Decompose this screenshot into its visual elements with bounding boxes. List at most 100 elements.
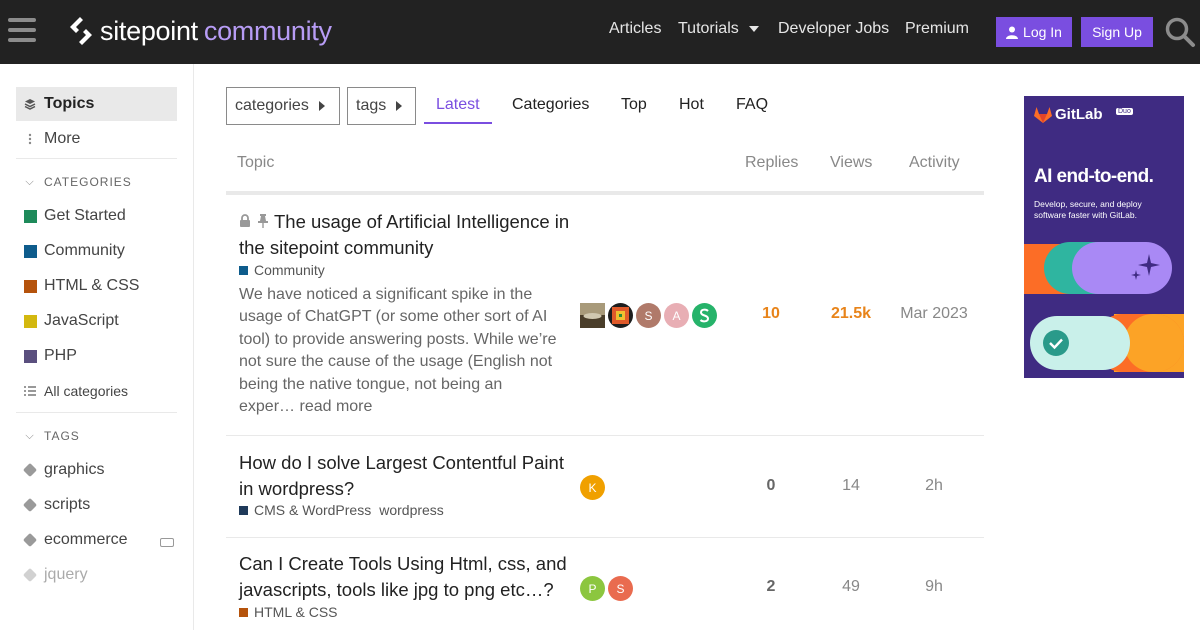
sidebar-item-label: PHP — [44, 347, 77, 364]
topic-tag[interactable]: wordpress — [379, 502, 444, 518]
sidebar-all-categories[interactable]: All categories — [16, 374, 177, 408]
tags-section-toggle[interactable]: ⌵ TAGS — [16, 426, 80, 446]
column-header-activity[interactable]: Activity — [909, 154, 960, 172]
topic-title-link[interactable]: Can I Create Tools Using Html, css, and … — [239, 551, 579, 603]
topic-activity[interactable]: Mar 2023 — [894, 305, 974, 323]
caret-right-icon — [318, 101, 325, 111]
topic-category-badge[interactable]: HTML & CSS — [239, 604, 338, 620]
topic-category-badge[interactable]: Community — [239, 262, 325, 278]
tags-dropdown[interactable]: tags — [347, 87, 416, 125]
sidebar-category-html-css[interactable]: HTML & CSS — [16, 269, 177, 303]
list-icon — [16, 386, 44, 396]
layers-icon — [16, 98, 44, 110]
ad-subtext-line: Develop, secure, and deploy — [1034, 199, 1142, 209]
sidebar-category-get-started[interactable]: Get Started — [16, 199, 177, 233]
avatar[interactable] — [580, 303, 605, 328]
read-more-link[interactable]: read more — [299, 398, 372, 415]
topic-replies[interactable]: 10 — [740, 305, 802, 323]
topic-title-line: Can I Create Tools Using Html, css, and — [239, 553, 567, 574]
search-icon[interactable] — [1164, 16, 1196, 48]
nav-premium[interactable]: Premium — [905, 20, 969, 38]
sidebar-item-label: More — [44, 130, 81, 147]
avatar[interactable] — [692, 303, 717, 328]
logo-text-community: community — [203, 15, 332, 46]
sidebar-item-more[interactable]: More — [16, 122, 177, 156]
sidebar-tag-jquery[interactable]: jquery — [16, 558, 177, 592]
topic-title-line: in wordpress? — [239, 478, 355, 499]
topic-activity[interactable]: 2h — [894, 477, 974, 495]
table-header-divider — [226, 191, 984, 195]
avatar[interactable]: K — [580, 475, 605, 500]
categories-dropdown[interactable]: categories — [226, 87, 340, 125]
row-divider — [226, 537, 984, 538]
topic-views: 14 — [842, 477, 860, 494]
category-color-swatch — [23, 279, 37, 293]
topic-posters: K — [580, 475, 608, 500]
chevron-down-icon: ⌵ — [25, 175, 35, 188]
ad-brand: GitLab — [1055, 106, 1103, 123]
topic-activity[interactable]: 9h — [894, 578, 974, 596]
login-button-label: Log In — [1023, 24, 1062, 40]
category-color-swatch — [23, 209, 37, 223]
ad-subtext-line: software faster with GitLab. — [1034, 210, 1137, 220]
category-color-swatch — [23, 314, 37, 328]
nav-developer-jobs[interactable]: Developer Jobs — [778, 20, 889, 38]
topic-category-label: Community — [254, 262, 325, 278]
active-tab-indicator — [424, 122, 492, 124]
avatar[interactable]: S — [636, 303, 661, 328]
hamburger-menu-icon[interactable] — [8, 18, 36, 44]
avatar[interactable] — [608, 303, 633, 328]
ad-badge: Duo — [1116, 108, 1133, 115]
avatar[interactable]: S — [608, 576, 633, 601]
categories-section-toggle[interactable]: ⌵ CATEGORIES — [16, 172, 132, 192]
topic-category-badge[interactable]: CMS & WordPress wordpress — [239, 502, 444, 518]
topic-category-label: HTML & CSS — [254, 604, 338, 620]
sidebar-category-php[interactable]: PHP — [16, 339, 177, 373]
topic-replies[interactable]: 0 — [740, 477, 802, 495]
sidebar-item-label: Topics — [44, 95, 95, 112]
column-header-topic[interactable]: Topic — [237, 154, 274, 172]
keyboard-icon[interactable] — [160, 538, 174, 547]
tab-top[interactable]: Top — [621, 96, 647, 114]
avatar[interactable]: P — [580, 576, 605, 601]
sidebar-tag-graphics[interactable]: graphics — [16, 453, 177, 487]
sidebar-tag-scripts[interactable]: scripts — [16, 488, 177, 522]
column-header-replies[interactable]: Replies — [745, 154, 798, 172]
category-color-swatch — [239, 505, 248, 515]
topic-replies[interactable]: 2 — [740, 578, 802, 596]
tab-categories[interactable]: Categories — [512, 96, 589, 114]
avatar[interactable]: A — [664, 303, 689, 328]
signup-button[interactable]: Sign Up — [1081, 17, 1153, 47]
login-button[interactable]: Log In — [996, 17, 1072, 47]
sidebar-item-label: Community — [44, 242, 125, 259]
topic-posters: P S — [580, 576, 636, 601]
sidebar-category-community[interactable]: Community — [16, 234, 177, 268]
nav-articles[interactable]: Articles — [609, 20, 661, 38]
topic-title-link[interactable]: The usage of Artificial Intelligence in … — [239, 209, 579, 261]
sidebar-item-label: Get Started — [44, 207, 126, 224]
vertical-ellipsis-icon — [16, 133, 44, 145]
nav-tutorials-label: Tutorials — [678, 20, 739, 37]
row-divider — [226, 435, 984, 436]
category-color-swatch — [239, 265, 248, 275]
tab-hot[interactable]: Hot — [679, 96, 704, 114]
sidebar-divider — [16, 412, 177, 413]
sitepoint-logo-icon — [70, 17, 92, 45]
column-header-views[interactable]: Views — [830, 154, 872, 172]
tag-icon — [22, 462, 38, 478]
category-color-swatch — [239, 607, 248, 617]
topic-title-line: The usage of Artificial Intelligence in — [274, 211, 570, 232]
tab-faq[interactable]: FAQ — [736, 96, 768, 114]
signup-button-label: Sign Up — [1092, 24, 1142, 40]
logo-text-sitepoint: sitepoint — [100, 15, 198, 46]
sitepoint-logo[interactable]: sitepoint community — [67, 14, 332, 48]
sidebar-category-javascript[interactable]: JavaScript — [16, 304, 177, 338]
nav-tutorials[interactable]: Tutorials — [678, 20, 759, 38]
tab-latest[interactable]: Latest — [436, 96, 480, 114]
gitlab-advertisement[interactable]: GitLab Duo AI end-to-end. Develop, secur… — [1024, 96, 1184, 378]
sidebar-tag-ecommerce[interactable]: ecommerce — [16, 523, 177, 557]
sidebar-item-label: ecommerce — [44, 531, 128, 548]
tags-dropdown-label: tags — [356, 97, 387, 114]
sidebar-item-topics[interactable]: Topics — [16, 87, 177, 121]
topic-title-link[interactable]: How do I solve Largest Contentful Paint … — [239, 450, 579, 502]
